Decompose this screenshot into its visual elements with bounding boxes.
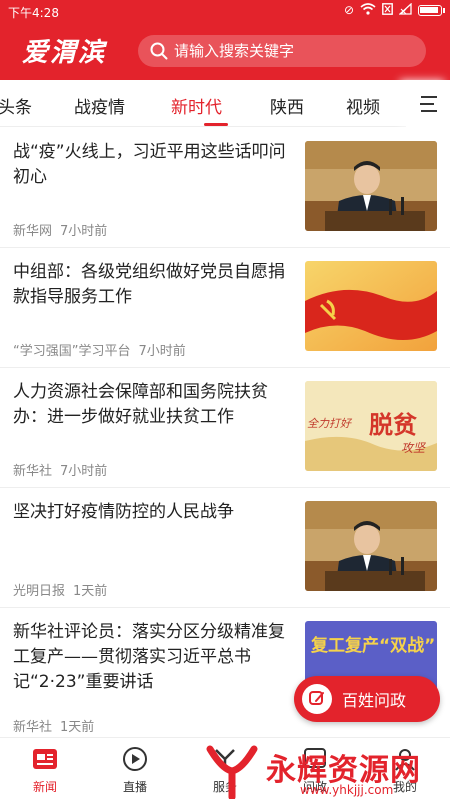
news-item[interactable]: 战“疫”火线上，习近平用这些话叩问初心 新华网 7小时前 <box>0 128 450 248</box>
news-title: 坚决打好疫情防控的人民战争 <box>13 502 234 522</box>
tab-fight-epidemic[interactable]: 战疫情 <box>74 93 125 118</box>
search-input[interactable] <box>174 42 414 60</box>
news-source: “学习强国”学习平台 <box>13 344 131 359</box>
news-time: 7小时前 <box>138 344 186 359</box>
news-title: 战“疫”火线上，习近平用这些话叩问初心 <box>13 142 286 187</box>
watermark-url: www.yhkjjj.com <box>300 783 394 797</box>
thumb-caption: 攻坚 <box>401 441 426 455</box>
search-bar[interactable] <box>138 35 426 67</box>
edit-icon <box>302 684 332 714</box>
news-title: 人力资源社会保障部和国务院扶贫办：进一步做好就业扶贫工作 <box>13 382 268 427</box>
news-meta: “学习强国”学习平台 7小时前 <box>13 340 186 359</box>
news-time: 1天前 <box>73 584 108 599</box>
bottom-navigation: 新闻 直播 服务 问政 我的 永辉资源网 www.yhkjjj.com <box>0 737 450 800</box>
ask-government-label: 百姓问政 <box>342 691 407 710</box>
nav-label: 新闻 <box>32 780 57 794</box>
news-meta: 新华社 7小时前 <box>13 460 107 479</box>
news-source: 新华社 <box>13 464 53 479</box>
news-title: 新华社评论员：落实分区分级精准复工复产——贯彻落实习近平总书记“2·23”重要讲… <box>13 622 285 692</box>
search-icon <box>150 42 168 60</box>
status-icons: ⊘ <box>343 2 445 17</box>
status-bar: 下午4:28 ⊘ <box>0 0 450 22</box>
nav-live[interactable]: 直播 <box>100 744 170 795</box>
news-item[interactable]: 坚决打好疫情防控的人民战争 光明日报 1天前 <box>0 488 450 608</box>
mute-icon: ⊘ <box>343 3 354 17</box>
news-time: 7小时前 <box>60 224 108 239</box>
app-logo: 爱渭滨 <box>22 38 107 68</box>
news-source: 新华网 <box>13 224 53 239</box>
ask-government-button[interactable]: 百姓问政 <box>294 676 440 722</box>
tab-video[interactable]: 视频 <box>346 93 380 118</box>
category-tabs: 头条 战疫情 新时代 陕西 视频 <box>0 80 450 127</box>
news-icon <box>33 749 57 769</box>
sim-icon <box>382 3 393 17</box>
thumb-caption: 全力打好 <box>307 417 351 430</box>
news-thumbnail: 全力打好 脱贫 攻坚 <box>305 381 437 471</box>
nav-label: 直播 <box>122 780 147 794</box>
thumb-caption: 复工复产“双战” <box>311 636 436 656</box>
news-item[interactable]: 人力资源社会保障部和国务院扶贫办：进一步做好就业扶贫工作 新华社 7小时前 全力打… <box>0 368 450 488</box>
news-thumbnail <box>305 261 437 351</box>
news-time: 1天前 <box>60 720 95 735</box>
active-tab-indicator <box>204 123 228 126</box>
news-time: 7小时前 <box>60 464 108 479</box>
signal-icon <box>398 2 412 17</box>
news-thumbnail <box>305 501 437 591</box>
wifi-icon <box>360 3 376 17</box>
news-title: 中组部：各级党组织做好党员自愿捐款指导服务工作 <box>13 262 285 307</box>
news-meta: 光明日报 1天前 <box>13 580 107 599</box>
news-meta: 新华社 1天前 <box>13 716 94 735</box>
nav-news[interactable]: 新闻 <box>10 744 80 795</box>
thumb-caption: 脱贫 <box>369 411 417 439</box>
menu-icon <box>421 95 437 98</box>
status-time: 下午4:28 <box>8 6 59 20</box>
tab-shaanxi[interactable]: 陕西 <box>270 93 304 118</box>
play-icon <box>123 747 147 771</box>
news-item[interactable]: 中组部：各级党组织做好党员自愿捐款指导服务工作 “学习强国”学习平台 7小时前 <box>0 248 450 368</box>
watermark-logo-icon <box>206 745 258 799</box>
watermark: 永辉资源网 www.yhkjjj.com <box>196 739 450 800</box>
news-meta: 新华网 7小时前 <box>13 220 107 239</box>
battery-icon <box>418 4 445 16</box>
news-source: 光明日报 <box>13 584 66 599</box>
app-header: 下午4:28 ⊘ 爱渭滨 <box>0 0 450 80</box>
tab-headlines[interactable]: 头条 <box>0 93 32 118</box>
news-thumbnail <box>305 141 437 231</box>
tab-menu-button[interactable] <box>406 80 450 127</box>
news-source: 新华社 <box>13 720 53 735</box>
tab-new-era[interactable]: 新时代 <box>171 93 222 118</box>
